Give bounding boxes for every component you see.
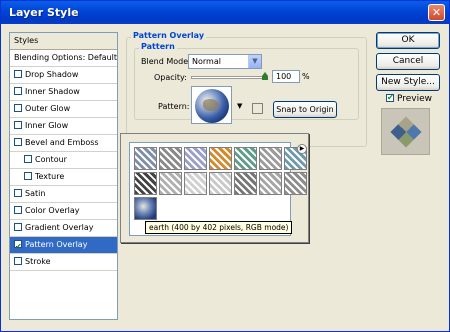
styles-item-checkbox[interactable] [14,86,22,95]
styles-item[interactable]: Pattern Overlay [10,237,117,255]
styles-item-checkbox[interactable] [14,239,22,255]
styles-item[interactable]: Blending Options: Default [10,50,117,67]
styles-item-label: Inner Glow [25,121,69,130]
styles-item-label: Color Overlay [25,206,80,215]
styles-item[interactable]: Inner Shadow [10,84,117,101]
pattern-tile[interactable] [134,197,157,220]
styles-item-checkbox[interactable] [14,256,22,265]
styles-item-label: Bevel and Emboss [25,138,99,147]
pattern-tile[interactable] [259,147,282,170]
styles-item-label: Stroke [25,257,51,266]
styles-item-checkbox[interactable] [14,120,22,129]
styles-item-checkbox[interactable] [14,137,22,146]
pattern-tile[interactable] [159,172,182,195]
styles-item-label: Inner Shadow [25,87,80,96]
opacity-slider[interactable] [191,76,265,79]
styles-item[interactable]: Color Overlay [10,203,117,220]
styles-item-label: Outer Glow [25,104,71,113]
styles-item-checkbox[interactable] [14,103,22,112]
styles-list: Styles Blending Options: Default Drop Sha… [9,32,118,320]
cancel-button[interactable]: Cancel [376,53,440,70]
layer-style-dialog: Layer Style ✕ Styles Blending Options: D… [0,0,450,332]
chevron-down-icon: ▼ [248,55,261,68]
new-style-button[interactable]: New Style... [376,74,440,91]
preview-thumbnail [381,108,430,155]
styles-item-checkbox[interactable] [14,188,22,197]
pattern-tooltip: earth (400 by 402 pixels, RGB mode) [145,221,293,234]
opacity-input[interactable]: 100 [272,70,300,83]
pattern-subgroup-title: Pattern [139,42,177,51]
styles-item-label: Drop Shadow [25,70,79,79]
preview-label: Preview [397,94,433,104]
styles-item[interactable]: Satin [10,186,117,203]
pattern-tile[interactable] [134,172,157,195]
pattern-swatch[interactable] [191,86,232,124]
styles-item[interactable]: Gradient Overlay [10,220,117,237]
styles-item-checkbox[interactable] [14,69,22,78]
preview-swatch [390,116,422,148]
close-button[interactable]: ✕ [428,4,445,21]
title-bar: Layer Style ✕ [1,1,449,24]
pattern-label: Pattern: [158,102,190,111]
styles-item[interactable]: Texture [10,169,117,186]
styles-item-label: Gradient Overlay [25,223,94,232]
styles-item-label: Satin [25,189,46,198]
snap-to-origin-button[interactable]: Snap to Origin [273,101,337,118]
styles-item-checkbox[interactable] [24,154,32,163]
pattern-tile[interactable] [184,147,207,170]
pattern-overlay-title: Pattern Overlay [131,31,207,40]
styles-item[interactable]: Drop Shadow [10,67,117,84]
pattern-tile[interactable] [284,172,307,195]
blend-mode-select[interactable]: Normal ▼ [188,54,262,69]
pattern-dropdown-arrow-icon[interactable]: ▼ [237,102,242,110]
styles-item-label: Pattern Overlay [25,240,88,249]
pattern-tile[interactable] [184,172,207,195]
new-preset-icon[interactable] [252,103,263,114]
styles-item[interactable]: Bevel and Emboss [10,135,117,152]
pattern-tile[interactable] [134,147,157,170]
pattern-tile[interactable] [234,172,257,195]
pattern-tile[interactable] [259,172,282,195]
styles-item-label: Blending Options: Default [14,53,118,62]
styles-item[interactable]: Outer Glow [10,101,117,118]
pattern-tile[interactable] [159,147,182,170]
pattern-tile[interactable] [234,147,257,170]
blend-mode-value: Normal [192,57,221,66]
styles-item[interactable]: Contour [10,152,117,169]
preview-check-icon [386,93,394,102]
ok-button[interactable]: OK [376,32,440,49]
styles-item-checkbox[interactable] [14,222,22,231]
picker-menu-icon[interactable]: ▶ [297,144,307,154]
window-title: Layer Style [9,6,79,19]
pattern-tile[interactable] [209,172,232,195]
opacity-label: Opacity: [154,73,187,82]
styles-header[interactable]: Styles [10,33,117,50]
earth-pattern-image [195,89,229,123]
opacity-unit: % [302,72,310,81]
preview-checkbox[interactable]: Preview [386,93,433,104]
styles-item-label: Contour [35,155,67,164]
styles-item-label: Texture [35,172,65,181]
styles-item-checkbox[interactable] [24,171,32,180]
blend-mode-label: Blend Mode: [141,57,191,66]
pattern-tile[interactable] [209,147,232,170]
styles-item-checkbox[interactable] [14,205,22,214]
styles-item[interactable]: Stroke [10,254,117,271]
styles-item[interactable]: Inner Glow [10,118,117,135]
